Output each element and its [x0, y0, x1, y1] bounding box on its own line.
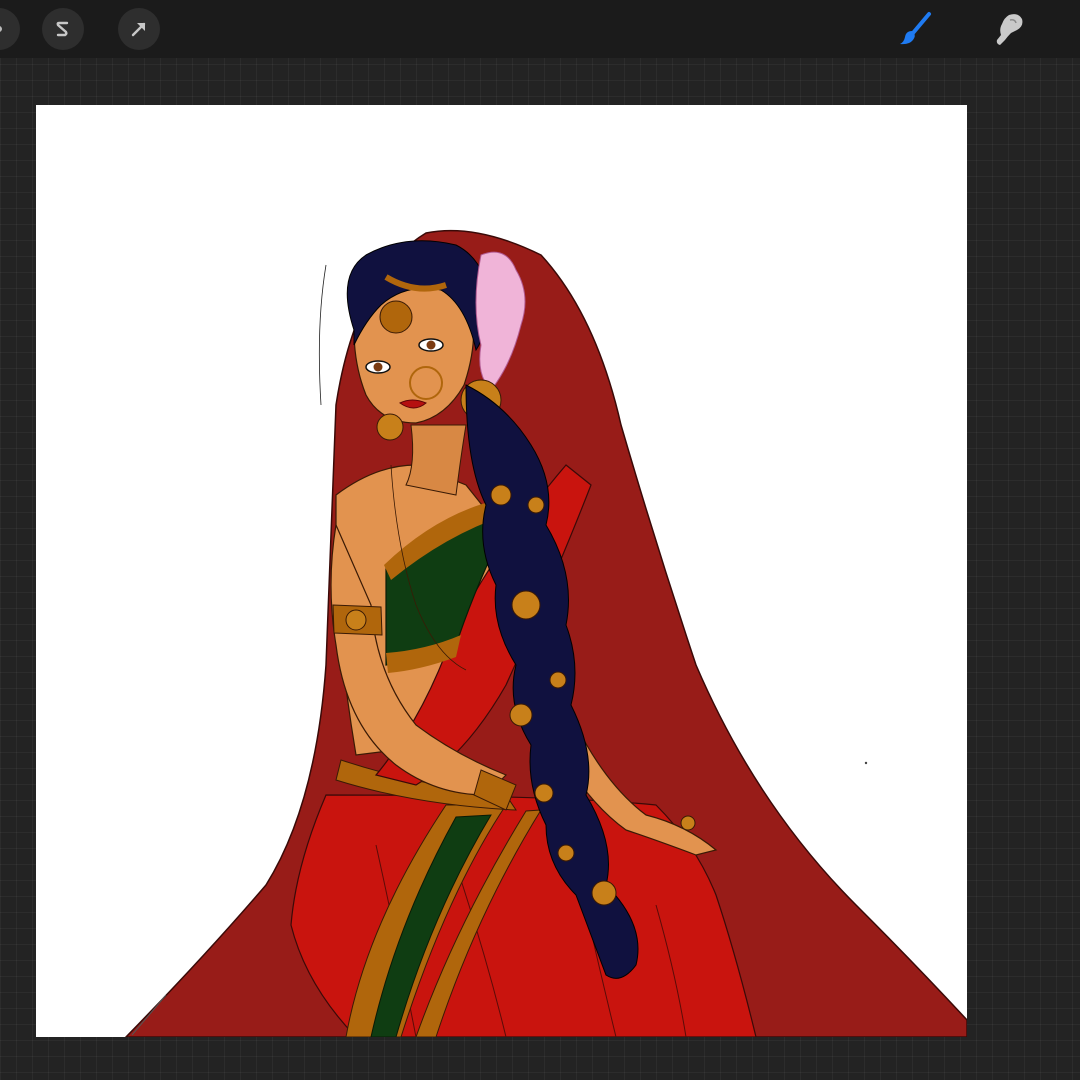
drawing-canvas[interactable] [36, 105, 967, 1037]
selection-icon [56, 21, 69, 37]
actions-button[interactable] [0, 8, 20, 50]
top-toolbar [0, 0, 1080, 58]
smudge-button[interactable] [987, 8, 1029, 50]
artwork-illustration [124, 229, 967, 1037]
brush-button[interactable] [895, 8, 937, 50]
brush-icon [900, 12, 931, 45]
wrench-icon [0, 26, 2, 32]
transform-arrow-icon [131, 22, 146, 37]
selection-button[interactable] [42, 8, 84, 50]
smudge-icon [996, 14, 1023, 45]
transform-button[interactable] [118, 8, 160, 50]
